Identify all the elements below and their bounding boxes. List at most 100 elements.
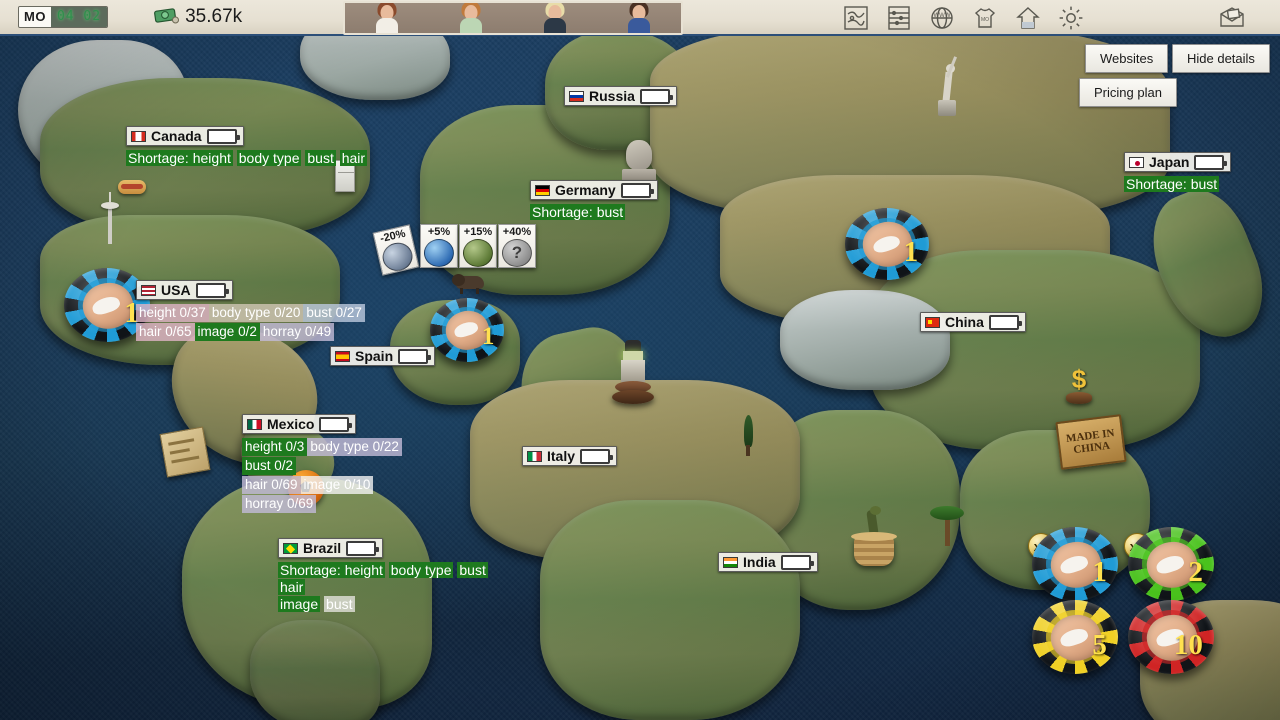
hide-details-button[interactable]: Hide details [1172, 44, 1270, 73]
shortage-text: Shortage:height body type bust hair [126, 150, 367, 167]
svg-text:WWW: WWW [934, 13, 951, 19]
casino-chip-1[interactable]: 1 [845, 208, 929, 280]
discount-card-orb [380, 240, 416, 274]
discount-card-minus20[interactable]: -20% [373, 224, 420, 275]
country-label-mexico[interactable]: Mexico height 0/3body type 0/22bust 0/2 … [242, 414, 442, 514]
country-head[interactable]: Brazil [278, 538, 383, 558]
country-head[interactable]: Italy [522, 446, 617, 466]
battery-indicator [989, 315, 1019, 330]
prop-bison [452, 272, 488, 294]
country-head[interactable]: Canada [126, 126, 244, 146]
svg-text:MO: MO [981, 17, 989, 23]
country-label-spain[interactable]: Spain [330, 346, 435, 367]
stat-body-type: body type 0/22 [307, 438, 402, 456]
toolbar-icons: WWW MO [843, 0, 1084, 36]
country-head[interactable]: China [920, 312, 1026, 332]
discount-card-percent: +40% [503, 226, 531, 238]
chip-value: 2 [1188, 556, 1203, 589]
country-label-japan[interactable]: Japan Shortage:bust [1124, 152, 1231, 193]
country-name: Germany [555, 182, 616, 198]
prop-space-needle [100, 192, 120, 244]
country-name: Canada [151, 128, 202, 144]
portrait-1[interactable] [365, 1, 409, 33]
shortage-item: height [343, 562, 385, 578]
stat-image: image 0/2 [195, 323, 260, 341]
country-label-brazil[interactable]: Brazil Shortage:height body type bust ha… [278, 538, 500, 613]
battery-indicator [781, 555, 811, 570]
shortage-item: hair [278, 579, 305, 595]
country-head[interactable]: Japan [1124, 152, 1231, 172]
discount-card-plus40[interactable]: +40% ? [498, 224, 536, 268]
shortage-item: hair [340, 150, 367, 166]
pricing-plan-button[interactable]: Pricing plan [1079, 78, 1177, 107]
mail-icon[interactable] [1217, 5, 1247, 31]
country-name: India [743, 554, 776, 570]
casino-chip-10[interactable]: 10 [1128, 600, 1214, 674]
battery-indicator [319, 417, 349, 432]
globe-www-icon[interactable]: WWW [929, 5, 955, 31]
stat-body-type: body type 0/20 [209, 304, 304, 322]
shortage-item: image [278, 596, 320, 612]
stat-image: image 0/10 [301, 476, 374, 494]
country-label-usa[interactable]: USA height 0/37body type 0/20bust 0/27 h… [136, 280, 365, 342]
discount-card-question-icon: ? [502, 239, 532, 267]
discount-card-percent: +15% [464, 226, 492, 238]
flag-mexico [247, 419, 262, 430]
shortage-text: Shortage:height body type bust hairimage… [278, 562, 500, 613]
discount-card-plus5[interactable]: +5% [420, 224, 458, 268]
country-head[interactable]: Germany [530, 180, 658, 200]
country-head[interactable]: Spain [330, 346, 435, 366]
chip-value: 1 [482, 323, 495, 351]
websites-button[interactable]: Websites [1085, 44, 1168, 73]
portrait-4[interactable] [617, 1, 661, 33]
country-head[interactable]: Mexico [242, 414, 356, 434]
shortage-text: Shortage:bust [530, 204, 658, 221]
discount-card-plus15[interactable]: +15% [459, 224, 497, 268]
casino-chip-2[interactable]: 2 [1128, 527, 1214, 601]
flag-usa [141, 285, 156, 296]
country-label-china[interactable]: China [920, 312, 1026, 333]
shortage-text: Shortage:bust [1124, 176, 1231, 193]
country-head[interactable]: Russia [564, 86, 677, 106]
country-label-india[interactable]: India [718, 552, 818, 573]
stat-height: height 0/3 [242, 438, 307, 456]
abacus-icon[interactable] [886, 5, 912, 31]
country-label-italy[interactable]: Italy [522, 446, 617, 467]
casino-chip-1[interactable]: 1 [1032, 527, 1118, 601]
flag-italy [527, 451, 542, 462]
top-status-bar: MO 04 02 35.67k [0, 0, 1280, 36]
game-clock[interactable]: MO 04 02 [18, 6, 108, 28]
flag-canada [131, 131, 146, 142]
shortage-prefix: Shortage: [530, 204, 595, 220]
country-name: Italy [547, 448, 575, 464]
money-value: 35.67k [185, 6, 242, 28]
flag-china [925, 317, 940, 328]
country-name: Spain [355, 348, 393, 364]
shortage-item: bust [1189, 176, 1219, 192]
country-name: Japan [1149, 154, 1189, 170]
gear-icon[interactable] [1058, 5, 1084, 31]
flag-spain [335, 351, 350, 362]
casino-chip-1[interactable]: 1 [430, 298, 504, 362]
tshirt-icon[interactable]: MO [972, 5, 998, 31]
country-head[interactable]: India [718, 552, 818, 572]
portrait-2[interactable] [449, 1, 493, 33]
prop-snake-charmer-basket [852, 510, 896, 568]
portrait-3[interactable] [533, 1, 577, 33]
casino-chip-5[interactable]: 5 [1032, 600, 1118, 674]
chip-value: 1 [1092, 556, 1107, 589]
chip-value: 5 [1092, 629, 1107, 662]
stat-height: height 0/37 [136, 304, 209, 322]
character-portrait-strip[interactable] [343, 1, 683, 35]
money-stack-icon [154, 5, 180, 30]
country-head[interactable]: USA [136, 280, 233, 300]
map-icon[interactable] [843, 5, 869, 31]
building-upgrade-icon[interactable] [1015, 5, 1041, 31]
country-name: Brazil [303, 540, 341, 556]
world-map-canvas[interactable]: $ MADE IN CHINA 1111x32x4510 -20% +5% +1… [0, 0, 1280, 720]
shortage-item: body type [237, 150, 302, 166]
country-label-canada[interactable]: Canada Shortage:height body type bust ha… [126, 126, 367, 167]
country-label-russia[interactable]: Russia [564, 86, 677, 107]
country-label-germany[interactable]: Germany Shortage:bust [530, 180, 658, 221]
stat-hair: hair 0/65 [136, 323, 195, 341]
